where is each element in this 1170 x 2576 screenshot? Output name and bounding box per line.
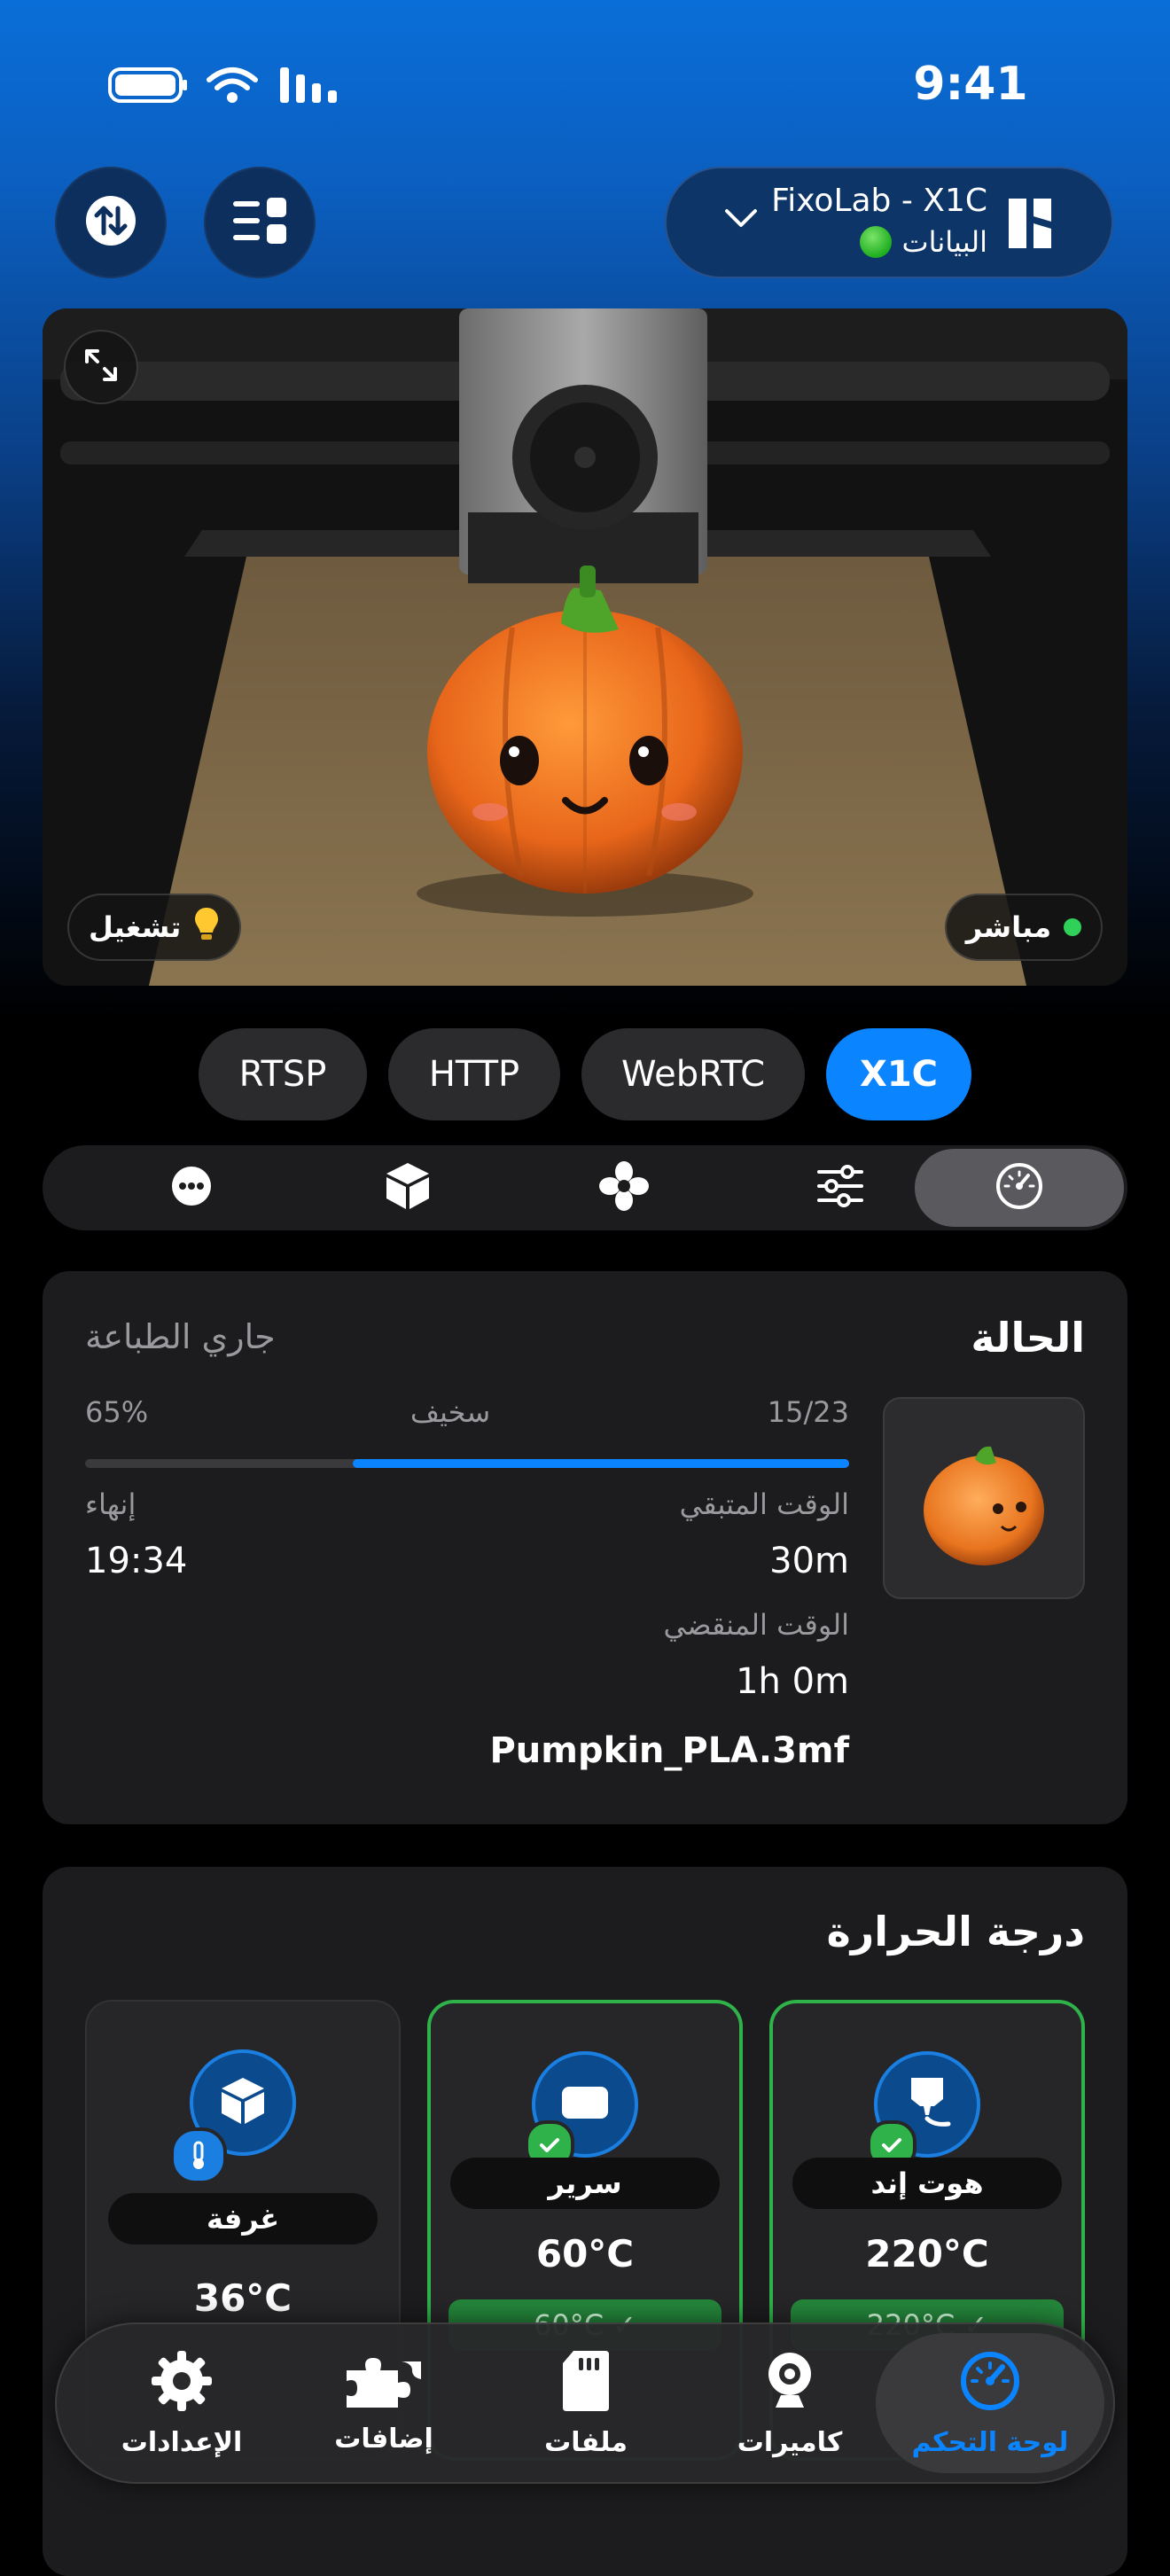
more-icon [170,1165,213,1211]
remaining-value: 30m [769,1541,849,1581]
segment-fan[interactable] [519,1149,729,1227]
tab-settings-label: الإعدادات [121,2426,243,2458]
dashboard-segments [43,1145,1127,1230]
tab-extensions-label: إضافات [334,2423,433,2455]
wifi-icon [206,64,259,106]
chevron-down-icon [723,206,759,236]
bed-temp: 60°C [535,2232,635,2275]
arrow-up-down-icon [82,192,139,253]
fan-icon [599,1161,649,1214]
chamber-temp: 36°C [193,2276,292,2320]
live-badge: مباشر [944,894,1103,961]
stream-tab-http[interactable]: HTTP [388,1028,560,1120]
elapsed-value: 1h 0m [736,1661,849,1702]
cube-icon [218,2074,268,2131]
stream-tab-rtsp[interactable]: RTSP [199,1028,367,1120]
expand-icon [83,347,119,386]
camera-feed[interactable]: تشغيل مباشر [43,308,1127,986]
segment-box[interactable] [303,1149,512,1227]
segment-more[interactable] [87,1149,296,1227]
print-progress-bar [85,1459,849,1468]
printer-selector[interactable]: FixoLab - X1C البيانات [665,167,1113,278]
bed-label: سرير [450,2158,720,2209]
sort-button[interactable] [55,167,167,278]
printer-status: البيانات [859,225,987,259]
light-label: تشغيل [89,910,182,944]
stream-tab-x1c[interactable]: X1C [826,1028,971,1120]
print-state: جاري الطباعة [85,1317,276,1356]
tab-files-label: ملفات [544,2426,628,2458]
tab-cameras-label: كاميرات [737,2426,843,2458]
tab-dashboard[interactable]: لوحة التحكم [888,2322,1092,2484]
tab-extensions[interactable]: إضافات [282,2322,486,2484]
pumpkin-thumbnail-image [924,1446,1044,1565]
tab-files[interactable]: ملفات [484,2322,688,2484]
hotend-temp: 220°C [865,2232,989,2275]
segment-controls[interactable] [736,1149,945,1227]
gauge-icon [958,2349,1022,2420]
layer-count: 15/23 [767,1395,849,1429]
bed-icon [558,2081,612,2127]
elapsed-label: الوقت المنقضي [663,1608,849,1642]
finish-label: إنهاء [85,1487,136,1521]
chamber-label: غرفة [108,2193,378,2244]
model-thumbnail [883,1397,1085,1599]
tab-settings[interactable]: الإعدادات [80,2322,284,2484]
segment-dashboard[interactable] [915,1149,1124,1227]
file-name: Pumpkin_PLA.3mf [489,1730,849,1771]
live-label: مباشر [965,910,1051,944]
battery-icon [106,64,188,106]
stream-tab-webrtc[interactable]: WebRTC [581,1028,805,1120]
camera-image [43,308,1127,986]
gear-icon [150,2349,214,2420]
tab-bar: لوحة التحكم كاميرات ملفات إضافات الإعداد… [55,2322,1115,2484]
gauge-icon [994,1161,1044,1214]
light-toggle[interactable]: تشغيل [67,894,242,961]
online-indicator [859,226,892,258]
expand-button[interactable] [64,330,138,404]
tab-dashboard-label: لوحة التحكم [911,2426,1069,2458]
status-title: الحالة [971,1314,1085,1362]
webcam-icon [763,2349,816,2420]
print-quality: سخيف [410,1395,491,1429]
progress-percent: 65% [85,1395,149,1429]
hotend-label: هوت إند [792,2158,1062,2209]
cellular-signal-icon [278,64,342,106]
temperature-title: درجة الحرارة [826,1908,1085,1955]
status-time: 9:41 [913,58,1028,111]
box-icon [385,1161,431,1214]
menu-button[interactable] [204,167,316,278]
sliders-icon [815,1165,865,1211]
lightbulb-icon [193,906,220,948]
tab-cameras[interactable]: كاميرات [688,2322,892,2484]
live-dot [1064,918,1081,936]
sd-card-icon [561,2349,611,2420]
printer-status-label: البيانات [901,225,987,259]
print-progress-fill [352,1459,849,1468]
thermometer-icon [170,2127,227,2184]
printer-logo-icon [1007,197,1053,254]
status-card: الحالة جاري الطباعة 15/23 سخيف 65% الوقت… [43,1271,1127,1824]
list-grid-icon [231,196,288,249]
finish-value: 19:34 [85,1541,188,1581]
printer-name: FixoLab - X1C [771,183,987,219]
remaining-label: الوقت المتبقي [679,1487,849,1521]
puzzle-icon [339,2353,428,2416]
